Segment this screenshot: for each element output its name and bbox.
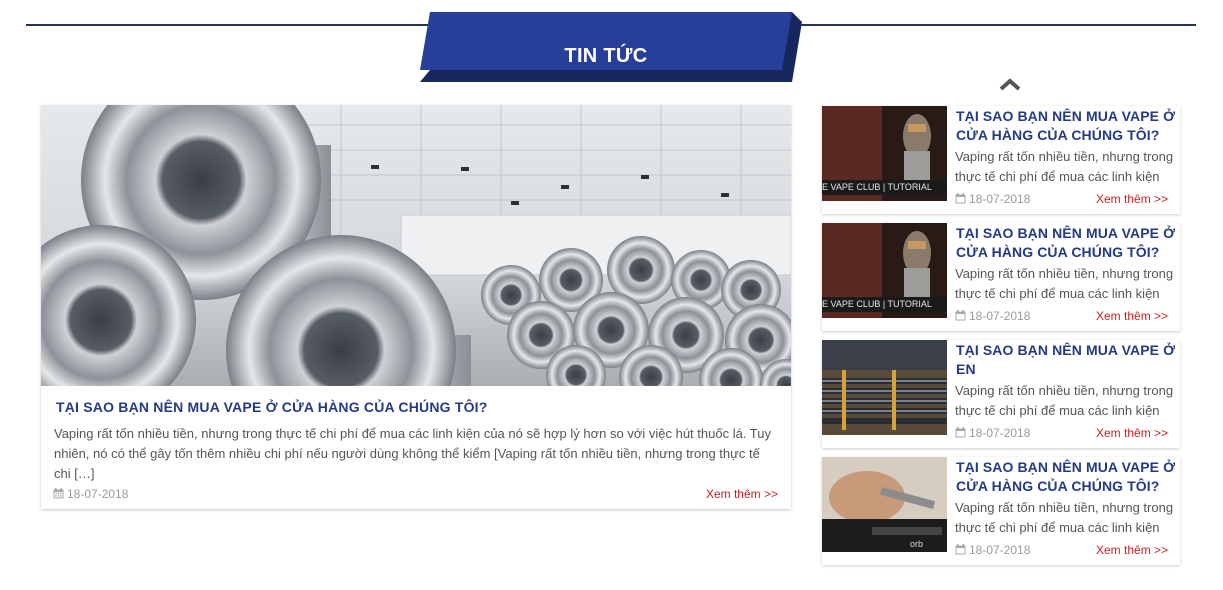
side-article-title[interactable]: TẠI SAO BẠN NÊN MUA VAPE Ở CỬA HÀNG CỦA … [956, 107, 1178, 145]
side-article-date-text: 18-07-2018 [969, 543, 1031, 557]
featured-date-text: 18-07-2018 [67, 487, 129, 501]
side-article-excerpt: Vaping rất tốn nhiều tiền, nhưng trong t… [955, 500, 1174, 535]
side-article-date: 18-07-2018 [955, 309, 1030, 323]
section-title: TIN TỨC [564, 45, 648, 67]
side-article-thumbnail[interactable] [822, 340, 947, 435]
chevron-up-icon[interactable] [998, 76, 1022, 92]
side-article-excerpt: Vaping rất tốn nhiều tiền, nhưng trong t… [955, 266, 1174, 301]
side-article-1[interactable]: E VAPE CLUB | TUTORIAL TẠI SAO BẠN NÊN M… [822, 106, 1180, 214]
featured-image[interactable] [41, 105, 791, 386]
side-article-date: 18-07-2018 [955, 543, 1030, 557]
side-article-date: 18-07-2018 [955, 426, 1030, 440]
side-article-3[interactable]: TẠI SAO BẠN NÊN MUA VAPE Ở EN Vaping rất… [822, 340, 1180, 448]
side-article-read-more-link[interactable]: Xem thêm >> [1096, 192, 1168, 206]
featured-excerpt: Vaping rất tốn nhiều tiền, nhưng trong t… [54, 426, 771, 481]
side-article-4[interactable]: orb TẠI SAO BẠN NÊN MUA VAPE Ở CỬA HÀNG … [822, 457, 1180, 565]
featured-article[interactable]: TẠI SAO BẠN NÊN MUA VAPE Ở CỬA HÀNG CỦA … [41, 105, 791, 509]
thumb-caption: E VAPE CLUB | TUTORIAL [822, 182, 932, 192]
side-article-excerpt: Vaping rất tốn nhiều tiền, nhưng trong t… [955, 149, 1174, 184]
side-article-thumbnail[interactable]: E VAPE CLUB | TUTORIAL [822, 223, 947, 318]
featured-read-more-link[interactable]: Xem thêm >> [706, 487, 778, 501]
featured-title[interactable]: TẠI SAO BẠN NÊN MUA VAPE Ở CỬA HÀNG CỦA … [56, 399, 776, 415]
calendar-icon [955, 193, 966, 204]
calendar-icon [955, 544, 966, 555]
side-article-read-more-link[interactable]: Xem thêm >> [1096, 426, 1168, 440]
section-header-tab: TIN TỨC [420, 12, 802, 82]
thumb-caption: orb [910, 539, 924, 549]
side-article-date-text: 18-07-2018 [969, 309, 1031, 323]
calendar-icon [955, 427, 966, 438]
side-article-title[interactable]: TẠI SAO BẠN NÊN MUA VAPE Ở CỬA HÀNG CỦA … [956, 458, 1178, 496]
side-article-read-more-link[interactable]: Xem thêm >> [1096, 309, 1168, 323]
side-article-date-text: 18-07-2018 [969, 426, 1031, 440]
side-article-thumbnail[interactable]: orb [822, 457, 947, 552]
side-article-2[interactable]: E VAPE CLUB | TUTORIAL TẠI SAO BẠN NÊN M… [822, 223, 1180, 331]
side-article-thumbnail[interactable]: E VAPE CLUB | TUTORIAL [822, 106, 947, 201]
calendar-icon [53, 488, 64, 499]
featured-date: 18-07-2018 [53, 487, 128, 501]
side-article-title[interactable]: TẠI SAO BẠN NÊN MUA VAPE Ở EN [956, 341, 1178, 379]
side-article-title[interactable]: TẠI SAO BẠN NÊN MUA VAPE Ở CỬA HÀNG CỦA … [956, 224, 1178, 262]
side-article-excerpt: Vaping rất tốn nhiều tiền, nhưng trong t… [955, 383, 1174, 418]
calendar-icon [955, 310, 966, 321]
side-article-read-more-link[interactable]: Xem thêm >> [1096, 543, 1168, 557]
side-article-date-text: 18-07-2018 [969, 192, 1031, 206]
side-article-date: 18-07-2018 [955, 192, 1030, 206]
thumb-caption: E VAPE CLUB | TUTORIAL [822, 299, 932, 309]
